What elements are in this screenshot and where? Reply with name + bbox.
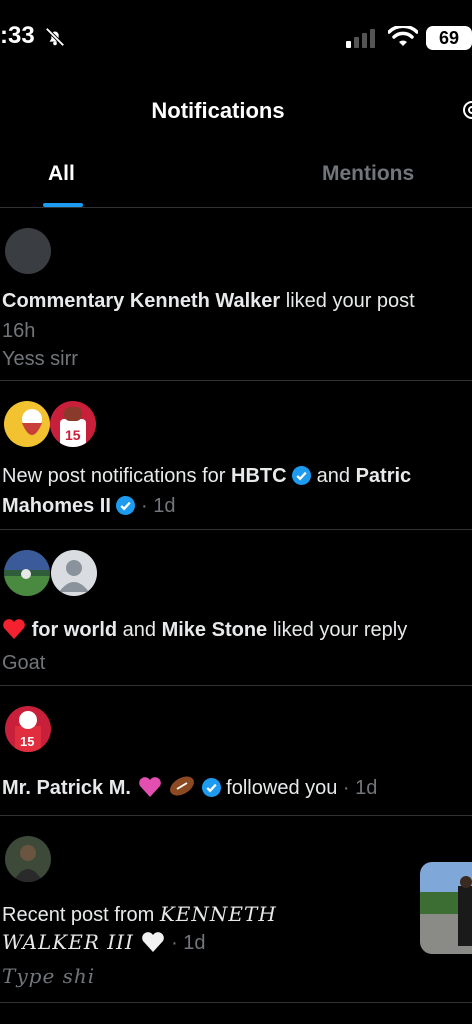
avatar[interactable]: [51, 550, 97, 596]
tab-mentions[interactable]: Mentions: [322, 162, 414, 186]
user-name-hbtc[interactable]: HBTC: [231, 465, 287, 487]
post-thumbnail[interactable]: [420, 862, 472, 954]
avatar[interactable]: [4, 401, 50, 447]
avatar[interactable]: [4, 550, 50, 596]
notification-item[interactable]: 15 New post notifications for HBTC and P…: [0, 381, 472, 530]
wifi-icon: [388, 26, 418, 46]
notification-item[interactable]: 15 Mr. Patrick M. followed you · 1d: [0, 686, 472, 816]
jersey-icon: 15: [60, 407, 86, 447]
post-photo: [420, 862, 472, 954]
notification-action: New post notifications for: [2, 465, 231, 487]
post-snippet: Type shi: [2, 964, 96, 988]
timestamp: · 1d: [337, 777, 378, 799]
cellular-signal-icon: [346, 29, 375, 48]
timestamp: · 1d: [135, 495, 176, 517]
gear-icon[interactable]: [460, 98, 472, 122]
user-name-for-world[interactable]: for world: [32, 619, 118, 641]
bearded-face-icon: [22, 409, 42, 435]
football-icon: [170, 776, 195, 796]
user-name-kenneth[interactable]: KENNETH: [160, 902, 277, 926]
user-name[interactable]: Mr. Patrick M.: [2, 777, 131, 799]
notification-item[interactable]: for world and Mike Stone liked your repl…: [0, 530, 472, 686]
stadium-photo-icon: [4, 550, 50, 596]
avatar[interactable]: [5, 836, 51, 882]
notification-action: Recent post from: [2, 904, 160, 926]
page-title: Notifications: [151, 98, 285, 123]
default-avatar-icon: [59, 560, 89, 592]
verified-badge-icon: [116, 496, 136, 515]
timestamp: 16h: [2, 320, 36, 342]
user-name-mike-stone[interactable]: Mike Stone: [162, 619, 268, 641]
svg-text:15: 15: [65, 427, 81, 443]
avatar[interactable]: 15: [50, 401, 96, 447]
white-heart-icon: [141, 932, 164, 952]
user-name[interactable]: Commentary Kenneth Walker: [2, 290, 280, 312]
red-heart-icon: [3, 619, 25, 639]
verified-badge-icon: [292, 466, 312, 485]
pink-heart-icon: [138, 777, 161, 797]
user-name-mahomes-cont[interactable]: Mahomes II: [2, 495, 111, 517]
profile-photo-icon: [13, 845, 43, 882]
status-bar: :33 69: [0, 0, 472, 80]
notification-item[interactable]: Commentary Kenneth Walker liked your pos…: [0, 208, 472, 381]
post-snippet: Goat: [2, 652, 46, 674]
notification-action: followed you: [220, 777, 338, 799]
verified-badge-icon: [201, 778, 221, 797]
avatar[interactable]: 15: [5, 706, 51, 752]
post-snippet: Yess sirr: [2, 348, 78, 370]
avatar[interactable]: [5, 228, 51, 274]
notification-action: liked your reply: [267, 619, 408, 641]
player-photo-icon: 15: [15, 711, 41, 752]
svg-text:15: 15: [20, 734, 34, 749]
notification-action: liked your post: [280, 290, 415, 312]
bell-slash-icon: [45, 27, 65, 47]
conjunction: and: [117, 619, 162, 641]
user-name-mahomes[interactable]: Patric: [356, 465, 412, 487]
timestamp: · 1d: [165, 932, 206, 954]
conjunction: and: [311, 465, 356, 487]
tab-all[interactable]: All: [48, 162, 75, 186]
status-time: :33: [0, 22, 35, 49]
battery-indicator: 69: [426, 26, 472, 50]
notification-item[interactable]: Recent post from KENNETH WALKER III · 1d…: [0, 816, 472, 1003]
user-name-walker[interactable]: WALKER III: [2, 930, 134, 954]
